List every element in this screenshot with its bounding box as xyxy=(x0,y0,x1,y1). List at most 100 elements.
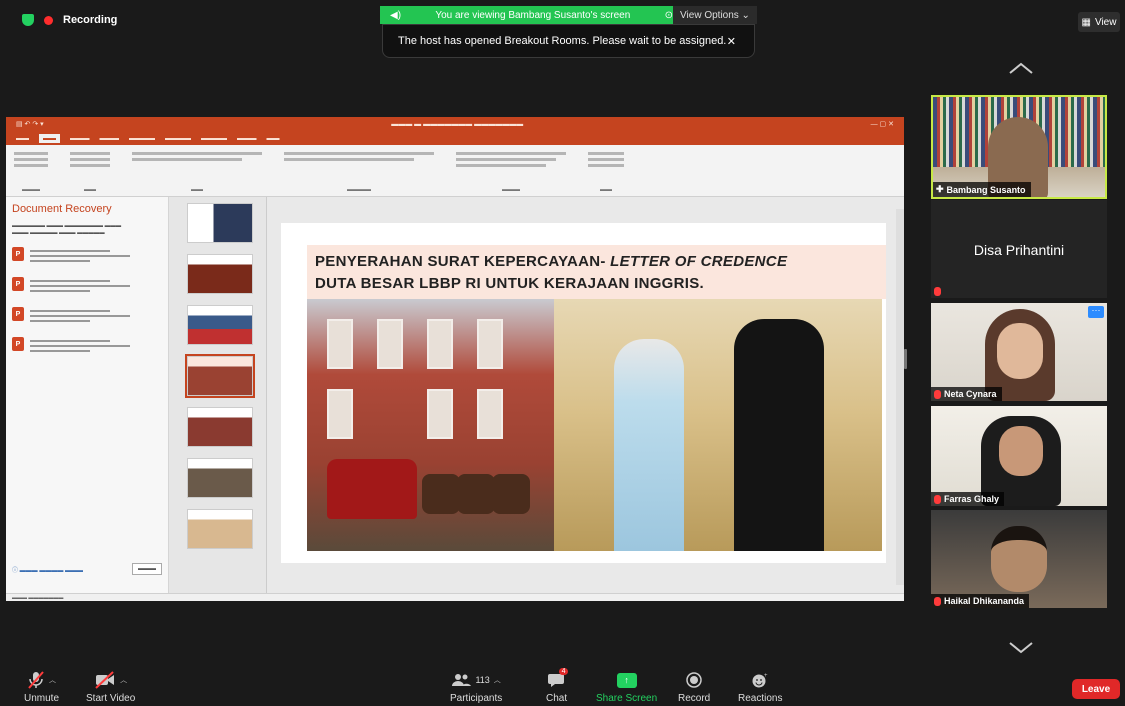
reactions-label: Reactions xyxy=(738,693,783,704)
slide-thumbnails xyxy=(168,197,267,593)
participants-icon xyxy=(452,674,472,686)
powerpoint-file-icon: P xyxy=(12,277,24,291)
chevron-down-icon[interactable] xyxy=(1006,640,1036,656)
participants-button[interactable]: 113 ︿ Participants xyxy=(450,670,502,704)
viewing-status: ◀︎) You are viewing Bambang Susanto's sc… xyxy=(380,6,673,24)
powerpoint-file-icon: P xyxy=(12,247,24,261)
powerpoint-file-icon: P xyxy=(12,307,24,321)
view-label: View xyxy=(1094,16,1117,28)
ribbon-group-drawing: ▬▬▬ xyxy=(456,149,566,193)
menu-tab: ▬▬▬ xyxy=(99,134,120,142)
caret-up-icon[interactable]: ︿ xyxy=(49,675,56,685)
recovered-file[interactable]: P xyxy=(12,277,162,295)
carriage-photo xyxy=(307,299,554,551)
record-label: Record xyxy=(678,693,711,704)
window-controls-icon: — ▢ ✕ xyxy=(870,121,894,128)
document-recovery-pane: Document Recovery ▬▬▬▬▬▬ ▬▬▬ ▬▬▬▬▬▬▬ ▬▬▬… xyxy=(6,197,169,593)
recovery-description: ▬▬▬▬▬▬ ▬▬▬ ▬▬▬▬▬▬▬ ▬▬▬ ▬▬▬ ▬▬▬▬▬ ▬▬▬ ▬▬▬▬… xyxy=(12,223,122,236)
leave-button[interactable]: Leave xyxy=(1072,679,1120,699)
chat-badge: 4 xyxy=(558,668,569,675)
powerpoint-statusbar: ▬▬▬ ▬▬▬▬▬▬▬ xyxy=(6,593,904,601)
menu-tab: ▬▬▬▬ xyxy=(201,134,227,142)
ribbon-group-font: ▬▬ xyxy=(132,149,262,193)
current-slide[interactable]: PENYERAHAN SURAT KEPERCAYAAN- LETTER OF … xyxy=(281,223,886,563)
top-status: Recording xyxy=(22,14,117,26)
slide-heading-line2: DUTA BESAR LBBP RI UNTUK KERAJAAN INGGRI… xyxy=(315,275,705,292)
start-video-button[interactable]: ︿ Start Video xyxy=(86,670,135,704)
slide-thumbnail[interactable] xyxy=(186,458,253,498)
recording-label: Recording xyxy=(63,14,118,26)
participants-label: Participants xyxy=(450,693,503,704)
help-link[interactable]: ⓘ ▬▬▬ ▬▬▬▬ ▬▬▬ xyxy=(12,565,83,574)
slide-editor: PENYERAHAN SURAT KEPERCAYAAN- LETTER OF … xyxy=(267,197,904,593)
slide-thumbnail[interactable] xyxy=(186,305,253,345)
slide-thumbnail[interactable] xyxy=(186,254,253,294)
participant-name: ✚ Bambang Susanto xyxy=(933,182,1031,197)
menu-tab: ▬▬▬ xyxy=(70,134,90,142)
video-tile-active-speaker[interactable]: ✚ Bambang Susanto xyxy=(931,95,1107,199)
chat-button[interactable]: 4 Chat xyxy=(546,668,569,704)
recovery-footer: ⓘ ▬▬▬ ▬▬▬▬ ▬▬▬ ▬▬▬ xyxy=(12,563,162,575)
participant-name: Farras Ghaly xyxy=(931,492,1005,506)
more-options-icon[interactable]: ··· xyxy=(1088,306,1104,318)
share-screen-button[interactable]: ↑ Share Screen xyxy=(596,670,657,704)
unmute-button[interactable]: ︿ Unmute xyxy=(24,670,59,704)
slide-scrollbar[interactable] xyxy=(896,209,904,585)
muted-mic-icon xyxy=(934,287,941,296)
quick-access-icons: ▤ ↶ ↷ ▾ xyxy=(16,121,44,128)
close-icon[interactable]: ✕ xyxy=(727,35,736,48)
video-tile[interactable]: Farras Ghaly xyxy=(931,406,1107,506)
powerpoint-body: Document Recovery ▬▬▬▬▬▬ ▬▬▬ ▬▬▬▬▬▬▬ ▬▬▬… xyxy=(6,197,904,593)
svg-text:+: + xyxy=(764,673,768,679)
chevron-up-icon[interactable] xyxy=(1006,60,1036,76)
document-title: ▬▬▬ ▬ ▬▬▬▬▬▬▬ ▬▬▬▬▬▬▬ xyxy=(391,120,524,128)
viewing-text: You are viewing Bambang Susanto's screen xyxy=(435,9,631,21)
mic-off-icon xyxy=(28,671,44,689)
slide-heading: PENYERAHAN SURAT KEPERCAYAAN- LETTER OF … xyxy=(307,245,886,299)
reactions-smiley-icon: + xyxy=(752,673,768,688)
participant-name: Disa Prihantini xyxy=(973,242,1065,258)
slide-thumbnail[interactable] xyxy=(186,407,253,447)
recovery-title: Document Recovery xyxy=(12,203,112,215)
recovered-file[interactable]: P xyxy=(12,247,162,265)
share-screen-icon: ↑ xyxy=(616,672,637,688)
muted-mic-icon xyxy=(934,494,941,504)
recovery-close-button[interactable]: ▬▬▬ xyxy=(132,563,162,575)
recording-dot-icon xyxy=(44,15,53,25)
video-tile[interactable]: Disa Prihantini xyxy=(931,200,1107,298)
notification-text: The host has opened Breakout Rooms. Plea… xyxy=(398,35,727,47)
recovered-file[interactable]: P xyxy=(12,337,162,355)
participant-name: Haikal Dhikananda xyxy=(931,594,1030,608)
shared-screen[interactable]: ▤ ↶ ↷ ▾ ▬▬▬ ▬ ▬▬▬▬▬▬▬ ▬▬▬▬▬▬▬ — ▢ ✕ ▬▬ ▬… xyxy=(6,117,904,601)
speaker-icon: ◀︎) xyxy=(390,9,402,21)
powerpoint-file-icon: P xyxy=(12,337,24,351)
chat-label: Chat xyxy=(546,693,568,704)
slide-thumbnail[interactable] xyxy=(186,509,253,549)
video-tile[interactable]: Haikal Dhikananda xyxy=(931,510,1107,608)
share-screen-label: Share Screen xyxy=(596,693,658,704)
muted-mic-icon xyxy=(934,389,941,399)
breakout-notification: The host has opened Breakout Rooms. Plea… xyxy=(382,24,755,58)
panel-resize-handle[interactable] xyxy=(904,349,907,369)
caret-up-icon[interactable]: ︿ xyxy=(494,675,501,685)
menu-tab: ▬▬▬▬ xyxy=(129,134,155,142)
view-button[interactable]: ▦ View xyxy=(1078,12,1120,32)
video-tile[interactable]: ··· Neta Cynara xyxy=(931,303,1107,401)
menu-tab: ▬▬ xyxy=(266,134,280,142)
ribbon-group-slides: ▬▬ xyxy=(70,149,110,193)
recovered-file[interactable]: P xyxy=(12,307,162,325)
reactions-button[interactable]: + Reactions xyxy=(738,670,782,704)
handshake-photo xyxy=(554,299,882,551)
start-video-label: Start Video xyxy=(86,693,136,704)
slide-heading-line1: PENYERAHAN SURAT KEPERCAYAAN- LETTER OF … xyxy=(315,253,788,270)
view-options-button[interactable]: View Options ⌄ xyxy=(673,6,757,24)
powerpoint-titlebar: ▤ ↶ ↷ ▾ ▬▬▬ ▬ ▬▬▬▬▬▬▬ ▬▬▬▬▬▬▬ — ▢ ✕ xyxy=(6,117,904,131)
muted-mic-icon xyxy=(934,596,941,606)
shield-icon[interactable] xyxy=(22,14,34,26)
record-button[interactable]: Record xyxy=(678,670,710,704)
caret-up-icon[interactable]: ︿ xyxy=(120,675,127,685)
menu-tab-active: ▬▬ xyxy=(39,133,60,143)
video-off-icon xyxy=(95,671,115,689)
slide-thumbnail-selected[interactable] xyxy=(184,354,255,398)
slide-thumbnail[interactable] xyxy=(186,203,253,243)
